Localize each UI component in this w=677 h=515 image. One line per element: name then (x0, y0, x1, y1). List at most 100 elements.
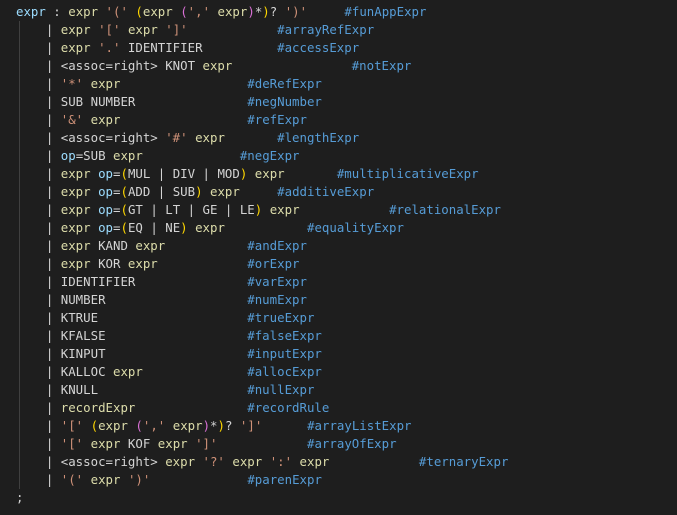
code-line[interactable]: | expr KOR expr #orExpr (0, 255, 677, 273)
alternative-label: #equalityExpr (307, 220, 404, 235)
code-token: =SUB (75, 148, 113, 163)
code-text: | op=SUB expr #negExpr (16, 147, 300, 165)
code-token: expr (202, 58, 233, 73)
code-token: KINPUT (60, 346, 248, 361)
code-token: ) (247, 4, 255, 19)
code-line[interactable]: | expr op=(MUL | DIV | MOD) expr #multip… (0, 165, 677, 183)
alternative-label: #nullExpr (247, 382, 315, 397)
code-token: | (16, 166, 61, 181)
code-line[interactable]: | '*' expr #deRefExpr (0, 75, 677, 93)
code-token: ')' (127, 472, 151, 487)
alternative-label: #refExpr (247, 112, 307, 127)
code-token: * (210, 418, 218, 433)
code-text: | expr op=(ADD | SUB) expr #additiveExpr (16, 183, 374, 201)
code-line[interactable]: | expr op=(GT | LT | GE | LE) expr #rela… (0, 201, 677, 219)
code-line[interactable]: | <assoc=right> expr '?' expr ':' expr #… (0, 453, 677, 471)
alternative-label: #numExpr (247, 292, 307, 307)
code-token: KTRUE (60, 310, 248, 325)
code-line[interactable]: | expr KAND expr #andExpr (0, 237, 677, 255)
code-line[interactable]: | expr op=(ADD | SUB) expr #additiveExpr (0, 183, 677, 201)
code-line[interactable]: | KALLOC expr #allocExpr (0, 363, 677, 381)
code-token: '[' (98, 22, 121, 37)
code-line[interactable]: expr : expr '(' (expr (',' expr)*)? ')' … (0, 3, 677, 21)
code-token: expr (90, 436, 121, 451)
code-token: expr (232, 454, 263, 469)
code-text: | expr op=(GT | LT | GE | LE) expr #rela… (16, 201, 501, 219)
code-token: op (98, 166, 113, 181)
code-text: | '[' (expr (',' expr)*)? ']' #arrayList… (16, 417, 412, 435)
code-line[interactable]: | <assoc=right> KNOT expr #notExpr (0, 57, 677, 75)
code-token: expr (299, 454, 330, 469)
code-line[interactable]: | '[' (expr (',' expr)*)? ']' #arrayList… (0, 417, 677, 435)
code-token: expr (60, 256, 91, 271)
code-line[interactable]: | KINPUT #inputExpr (0, 345, 677, 363)
code-token: expr (127, 256, 158, 271)
code-line[interactable]: | expr op=(EQ | NE) expr #equalityExpr (0, 219, 677, 237)
code-token: KOR (90, 256, 128, 271)
code-token: '(' (60, 472, 84, 487)
code-line[interactable]: | KFALSE #falseExpr (0, 327, 677, 345)
code-line[interactable]: | '[' expr KOF expr ']' #arrayOfExpr (0, 435, 677, 453)
code-token: ( (90, 418, 99, 433)
code-token: | (16, 148, 61, 163)
code-token: ( (120, 184, 128, 199)
code-line[interactable]: | expr '.' IDENTIFIER #accessExpr (0, 39, 677, 57)
code-editor[interactable]: expr : expr '(' (expr (',' expr)*)? ')' … (0, 0, 677, 515)
code-token: expr (90, 472, 121, 487)
code-token: KALLOC (60, 364, 113, 379)
code-token: expr (142, 4, 173, 19)
code-token: | (16, 184, 61, 199)
code-line[interactable]: | '&' expr #refExpr (0, 111, 677, 129)
code-line[interactable]: | <assoc=right> '#' expr #lengthExpr (0, 129, 677, 147)
code-line[interactable]: | KNULL #nullExpr (0, 381, 677, 399)
code-token: expr (60, 202, 91, 217)
code-token: ']' (195, 436, 218, 451)
code-text: | expr '.' IDENTIFIER #accessExpr (16, 39, 359, 57)
code-token: | (16, 202, 61, 217)
code-line[interactable]: | NUMBER #numExpr (0, 291, 677, 309)
code-token: expr (135, 238, 166, 253)
code-token: | (16, 112, 61, 127)
code-token: NUMBER (60, 292, 248, 307)
code-token: SUB NUMBER (60, 94, 248, 109)
code-text: | KINPUT #inputExpr (16, 345, 322, 363)
code-token: | (16, 76, 61, 91)
code-line[interactable]: | SUB NUMBER #negNumber (0, 93, 677, 111)
alternative-label: #funAppExpr (344, 4, 427, 19)
code-text: | IDENTIFIER #varExpr (16, 273, 307, 291)
code-token: | (16, 220, 61, 235)
code-line[interactable]: | recordExpr #recordRule (0, 399, 677, 417)
code-token: ']' (239, 418, 263, 433)
code-line[interactable]: | KTRUE #trueExpr (0, 309, 677, 327)
code-line[interactable]: | IDENTIFIER #varExpr (0, 273, 677, 291)
code-token: '?' (202, 454, 225, 469)
code-token: | (16, 58, 61, 73)
code-token: expr (60, 166, 91, 181)
code-token: expr (195, 220, 225, 235)
code-token: | (16, 400, 61, 415)
code-line[interactable]: ; (0, 489, 677, 507)
code-token: '[' (60, 418, 84, 433)
code-text: | expr op=(MUL | DIV | MOD) expr #multip… (16, 165, 479, 183)
code-text: | expr '[' expr ']' #arrayRefExpr (16, 21, 374, 39)
code-token: KNULL (60, 382, 248, 397)
code-line[interactable]: | op=SUB expr #negExpr (0, 147, 677, 165)
code-text: expr : expr '(' (expr (',' expr)*)? ')' … (16, 3, 426, 21)
code-token: ( (120, 166, 128, 181)
code-line[interactable]: | expr '[' expr ']' #arrayRefExpr (0, 21, 677, 39)
code-token: expr (165, 454, 196, 469)
code-line[interactable]: | '(' expr ')' #parenExpr (0, 471, 677, 489)
